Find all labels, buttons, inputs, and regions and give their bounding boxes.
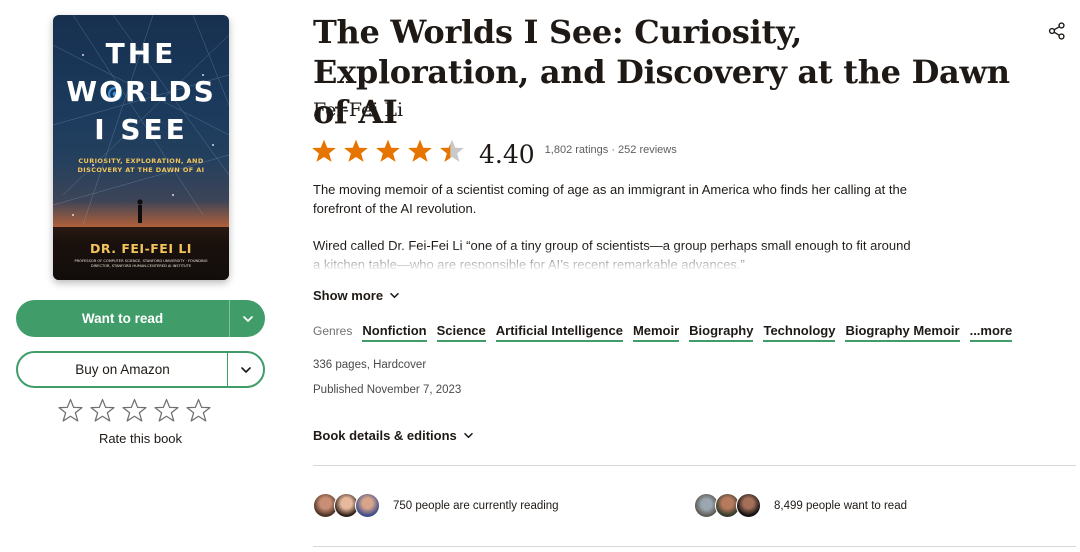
cover-title-line: THE <box>105 37 177 70</box>
chevron-down-icon <box>390 292 399 299</box>
rating-summary: 4.40 1,802 ratings · 252 reviews <box>311 136 677 169</box>
genres-list: Genres Nonfiction Science Artificial Int… <box>313 323 1022 342</box>
genres-label: Genres <box>313 324 353 338</box>
average-rating-stars <box>311 138 465 164</box>
divider <box>313 465 1076 466</box>
rate-this-book-label: Rate this book <box>98 431 183 446</box>
cover-title-line: WORLDS <box>66 75 216 108</box>
reader-avatars <box>694 493 761 518</box>
genre-link[interactable]: Technology <box>763 323 836 342</box>
star-outline-icon[interactable] <box>90 398 115 423</box>
share-icon[interactable] <box>1048 22 1066 40</box>
genre-link[interactable]: Nonfiction <box>362 323 427 342</box>
description-paragraph: The moving memoir of a scientist coming … <box>313 182 907 216</box>
chevron-down-icon <box>240 366 251 373</box>
book-details-button[interactable]: Book details & editions <box>313 428 474 443</box>
currently-reading-text: 750 people are currently reading <box>393 499 559 512</box>
star-outline-icon[interactable] <box>122 398 147 423</box>
star-outline-icon[interactable] <box>154 398 179 423</box>
cover-credentials: PROFESSOR OF COMPUTER SCIENCE, STANFORD … <box>74 259 208 268</box>
chevron-down-icon <box>242 315 253 322</box>
want-to-read-text: 8,499 people want to read <box>774 499 907 512</box>
avatar <box>355 493 380 518</box>
rate-this-book-stars <box>58 398 211 423</box>
star-icon <box>344 139 368 162</box>
book-title: The Worlds I See: Curiosity, Exploration… <box>313 13 1010 131</box>
genres-more-link[interactable]: ...more <box>969 323 1013 342</box>
want-to-read-shelf-dropdown[interactable] <box>229 300 265 337</box>
author-link[interactable]: Fei-Fei Li <box>313 99 403 121</box>
currently-reading-stat[interactable]: 750 people are currently reading <box>313 493 559 518</box>
buy-options-dropdown[interactable] <box>227 353 263 386</box>
star-outline-icon[interactable] <box>186 398 211 423</box>
star-outline-icon[interactable] <box>58 398 83 423</box>
avatar <box>736 493 761 518</box>
buy-button-group: Buy on Amazon <box>16 351 265 388</box>
star-icon <box>376 139 400 162</box>
partial-star-icon <box>440 139 464 162</box>
reader-avatars <box>313 493 380 518</box>
pages-format: 336 pages, Hardcover <box>313 359 427 371</box>
average-rating-value: 4.40 <box>479 140 535 169</box>
description-fade <box>313 246 913 270</box>
genre-link[interactable]: Artificial Intelligence <box>495 323 623 342</box>
want-to-read-button-group: Want to read <box>16 300 265 337</box>
chevron-down-icon <box>463 432 473 439</box>
show-more-label: Show more <box>313 288 384 303</box>
ratings-reviews-count[interactable]: 1,802 ratings · 252 reviews <box>545 144 677 156</box>
genre-link[interactable]: Science <box>436 323 486 342</box>
cover-title-line: I SEE <box>94 113 188 146</box>
genre-link[interactable]: Biography <box>689 323 754 342</box>
show-more-button[interactable]: Show more <box>313 288 400 303</box>
publication-date: Published November 7, 2023 <box>313 384 462 396</box>
genre-link[interactable]: Memoir <box>632 323 680 342</box>
buy-on-amazon-button[interactable]: Buy on Amazon <box>18 362 227 377</box>
star-icon <box>408 139 432 162</box>
star-icon <box>312 139 336 162</box>
want-to-read-stat[interactable]: 8,499 people want to read <box>694 493 907 518</box>
want-to-read-button[interactable]: Want to read <box>16 311 229 326</box>
divider <box>313 546 1076 547</box>
book-details-label: Book details & editions <box>313 428 457 443</box>
genre-link[interactable]: Biography Memoir <box>845 323 960 342</box>
book-cover[interactable]: THE WORLDS I SEE CURIOSITY, EXPLORATION,… <box>53 15 229 280</box>
cover-author: DR. FEI-FEI LI <box>90 241 192 256</box>
cover-subtitle: CURIOSITY, EXPLORATION, AND DISCOVERY AT… <box>77 157 205 175</box>
